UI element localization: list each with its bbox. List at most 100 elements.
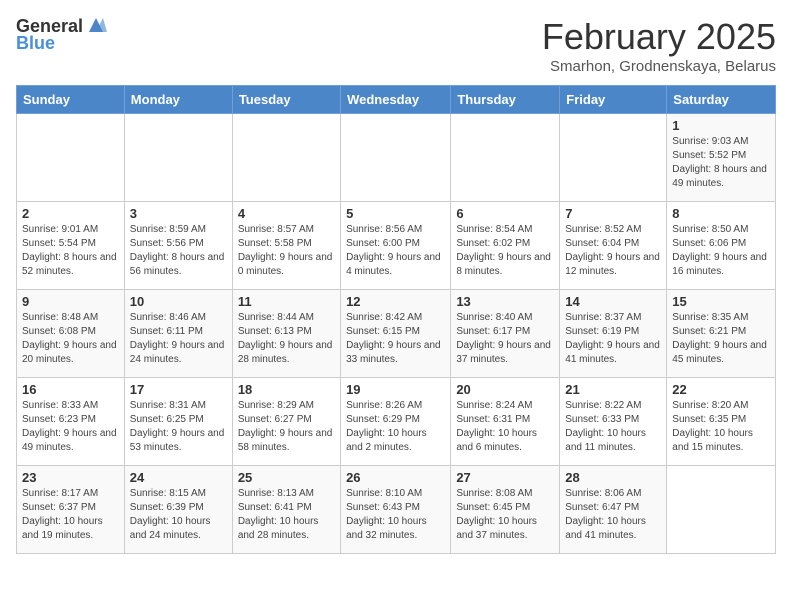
- day-info: Sunrise: 8:22 AM Sunset: 6:33 PM Dayligh…: [565, 399, 661, 455]
- weekday-header-tuesday: Tuesday: [232, 86, 340, 114]
- day-number: 27: [456, 470, 554, 485]
- day-info: Sunrise: 8:37 AM Sunset: 6:19 PM Dayligh…: [565, 311, 661, 367]
- day-number: 23: [22, 470, 119, 485]
- week-row-5: 23 Sunrise: 8:17 AM Sunset: 6:37 PM Dayli…: [17, 466, 776, 554]
- week-row-2: 2 Sunrise: 9:01 AM Sunset: 5:54 PM Daylig…: [17, 202, 776, 290]
- calendar-cell: 17 Sunrise: 8:31 AM Sunset: 6:25 PM Dayli…: [124, 378, 232, 466]
- title-block: February 2025 Smarhon, Grodnenskaya, Bel…: [542, 16, 776, 75]
- day-info: Sunrise: 8:29 AM Sunset: 6:27 PM Dayligh…: [238, 399, 335, 455]
- day-number: 19: [346, 382, 445, 397]
- week-row-4: 16 Sunrise: 8:33 AM Sunset: 6:23 PM Dayli…: [17, 378, 776, 466]
- weekday-header-monday: Monday: [124, 86, 232, 114]
- day-number: 14: [565, 294, 661, 309]
- calendar-cell: [124, 114, 232, 202]
- subtitle: Smarhon, Grodnenskaya, Belarus: [542, 58, 776, 75]
- day-number: 7: [565, 206, 661, 221]
- day-number: 10: [130, 294, 227, 309]
- day-number: 2: [22, 206, 119, 221]
- calendar-cell: 4 Sunrise: 8:57 AM Sunset: 5:58 PM Daylig…: [232, 202, 340, 290]
- calendar-cell: [17, 114, 125, 202]
- calendar-cell: 18 Sunrise: 8:29 AM Sunset: 6:27 PM Dayli…: [232, 378, 340, 466]
- day-number: 25: [238, 470, 335, 485]
- month-title: February 2025: [542, 16, 776, 58]
- logo-blue: Blue: [16, 33, 55, 54]
- calendar-cell: 26Sunrise: 8:10 AM Sunset: 6:43 PM Dayli…: [341, 466, 451, 554]
- calendar-cell: 28 Sunrise: 8:06 AM Sunset: 6:47 PM Dayli…: [560, 466, 667, 554]
- calendar-cell: 16 Sunrise: 8:33 AM Sunset: 6:23 PM Dayli…: [17, 378, 125, 466]
- calendar-cell: 9 Sunrise: 8:48 AM Sunset: 6:08 PM Daylig…: [17, 290, 125, 378]
- day-number: 17: [130, 382, 227, 397]
- calendar-cell: 22Sunrise: 8:20 AM Sunset: 6:35 PM Dayli…: [667, 378, 776, 466]
- day-number: 4: [238, 206, 335, 221]
- calendar-cell: 7Sunrise: 8:52 AM Sunset: 6:04 PM Daylig…: [560, 202, 667, 290]
- calendar-cell: 13 Sunrise: 8:40 AM Sunset: 6:17 PM Dayli…: [451, 290, 560, 378]
- day-info: Sunrise: 8:50 AM Sunset: 6:06 PM Dayligh…: [672, 223, 770, 279]
- day-number: 24: [130, 470, 227, 485]
- day-number: 8: [672, 206, 770, 221]
- day-info: Sunrise: 8:13 AM Sunset: 6:41 PM Dayligh…: [238, 487, 335, 543]
- day-number: 26: [346, 470, 445, 485]
- day-info: Sunrise: 8:17 AM Sunset: 6:37 PM Dayligh…: [22, 487, 119, 543]
- day-info: Sunrise: 9:01 AM Sunset: 5:54 PM Dayligh…: [22, 223, 119, 279]
- calendar-cell: 25 Sunrise: 8:13 AM Sunset: 6:41 PM Dayli…: [232, 466, 340, 554]
- weekday-header-saturday: Saturday: [667, 86, 776, 114]
- calendar-cell: 1Sunrise: 9:03 AM Sunset: 5:52 PM Daylig…: [667, 114, 776, 202]
- weekday-header-sunday: Sunday: [17, 86, 125, 114]
- calendar-cell: 8 Sunrise: 8:50 AM Sunset: 6:06 PM Daylig…: [667, 202, 776, 290]
- day-info: Sunrise: 8:35 AM Sunset: 6:21 PM Dayligh…: [672, 311, 770, 367]
- calendar-cell: 20Sunrise: 8:24 AM Sunset: 6:31 PM Dayli…: [451, 378, 560, 466]
- day-number: 18: [238, 382, 335, 397]
- day-info: Sunrise: 8:48 AM Sunset: 6:08 PM Dayligh…: [22, 311, 119, 367]
- week-row-3: 9 Sunrise: 8:48 AM Sunset: 6:08 PM Daylig…: [17, 290, 776, 378]
- calendar-cell: 5Sunrise: 8:56 AM Sunset: 6:00 PM Daylig…: [341, 202, 451, 290]
- day-info: Sunrise: 8:31 AM Sunset: 6:25 PM Dayligh…: [130, 399, 227, 455]
- calendar-cell: [451, 114, 560, 202]
- day-info: Sunrise: 8:08 AM Sunset: 6:45 PM Dayligh…: [456, 487, 554, 543]
- calendar-table: SundayMondayTuesdayWednesdayThursdayFrid…: [16, 85, 776, 554]
- calendar-cell: 24 Sunrise: 8:15 AM Sunset: 6:39 PM Dayli…: [124, 466, 232, 554]
- day-info: Sunrise: 8:59 AM Sunset: 5:56 PM Dayligh…: [130, 223, 227, 279]
- day-info: Sunrise: 8:57 AM Sunset: 5:58 PM Dayligh…: [238, 223, 335, 279]
- calendar-cell: 2 Sunrise: 9:01 AM Sunset: 5:54 PM Daylig…: [17, 202, 125, 290]
- calendar-cell: [667, 466, 776, 554]
- calendar-cell: 12 Sunrise: 8:42 AM Sunset: 6:15 PM Dayli…: [341, 290, 451, 378]
- page-header: General Blue February 2025 Smarhon, Grod…: [16, 16, 776, 75]
- calendar-cell: 15 Sunrise: 8:35 AM Sunset: 6:21 PM Dayli…: [667, 290, 776, 378]
- day-info: Sunrise: 8:42 AM Sunset: 6:15 PM Dayligh…: [346, 311, 445, 367]
- day-number: 13: [456, 294, 554, 309]
- calendar-cell: 21 Sunrise: 8:22 AM Sunset: 6:33 PM Dayli…: [560, 378, 667, 466]
- calendar-cell: [232, 114, 340, 202]
- day-number: 28: [565, 470, 661, 485]
- day-number: 20: [456, 382, 554, 397]
- logo: General Blue: [16, 16, 107, 54]
- calendar-cell: 11 Sunrise: 8:44 AM Sunset: 6:13 PM Dayli…: [232, 290, 340, 378]
- day-info: Sunrise: 8:40 AM Sunset: 6:17 PM Dayligh…: [456, 311, 554, 367]
- day-info: Sunrise: 8:33 AM Sunset: 6:23 PM Dayligh…: [22, 399, 119, 455]
- day-number: 11: [238, 294, 335, 309]
- calendar-cell: 6 Sunrise: 8:54 AM Sunset: 6:02 PM Daylig…: [451, 202, 560, 290]
- day-info: Sunrise: 8:15 AM Sunset: 6:39 PM Dayligh…: [130, 487, 227, 543]
- calendar-cell: 14 Sunrise: 8:37 AM Sunset: 6:19 PM Dayli…: [560, 290, 667, 378]
- calendar-cell: 10Sunrise: 8:46 AM Sunset: 6:11 PM Dayli…: [124, 290, 232, 378]
- day-number: 12: [346, 294, 445, 309]
- day-number: 9: [22, 294, 119, 309]
- weekday-header-friday: Friday: [560, 86, 667, 114]
- day-info: Sunrise: 8:54 AM Sunset: 6:02 PM Dayligh…: [456, 223, 554, 279]
- day-info: Sunrise: 8:44 AM Sunset: 6:13 PM Dayligh…: [238, 311, 335, 367]
- day-number: 22: [672, 382, 770, 397]
- day-number: 21: [565, 382, 661, 397]
- day-number: 6: [456, 206, 554, 221]
- day-info: Sunrise: 8:56 AM Sunset: 6:00 PM Dayligh…: [346, 223, 445, 279]
- calendar-cell: 19Sunrise: 8:26 AM Sunset: 6:29 PM Dayli…: [341, 378, 451, 466]
- day-info: Sunrise: 8:06 AM Sunset: 6:47 PM Dayligh…: [565, 487, 661, 543]
- day-number: 16: [22, 382, 119, 397]
- calendar-cell: [341, 114, 451, 202]
- day-number: 15: [672, 294, 770, 309]
- calendar-cell: 3 Sunrise: 8:59 AM Sunset: 5:56 PM Daylig…: [124, 202, 232, 290]
- day-number: 3: [130, 206, 227, 221]
- weekday-header-thursday: Thursday: [451, 86, 560, 114]
- weekday-header-wednesday: Wednesday: [341, 86, 451, 114]
- weekday-header-row: SundayMondayTuesdayWednesdayThursdayFrid…: [17, 86, 776, 114]
- day-info: Sunrise: 9:03 AM Sunset: 5:52 PM Dayligh…: [672, 135, 770, 191]
- week-row-1: 1Sunrise: 9:03 AM Sunset: 5:52 PM Daylig…: [17, 114, 776, 202]
